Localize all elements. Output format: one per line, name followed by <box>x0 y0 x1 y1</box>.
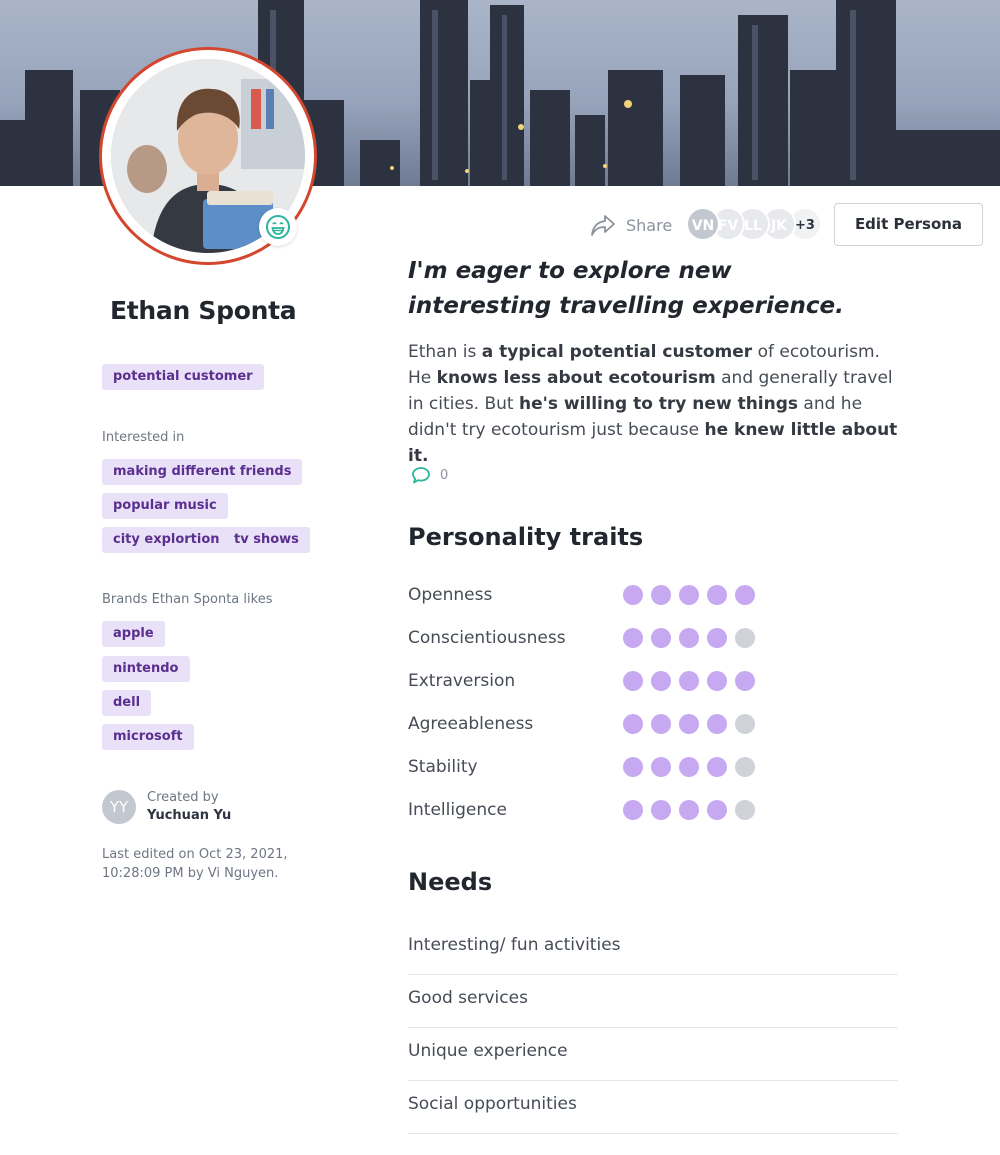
brand-tag[interactable]: microsoft <box>102 724 194 750</box>
trait-row: Conscientiousness <box>408 626 768 650</box>
trait-dot-filled <box>679 800 699 820</box>
brands-label: Brands Ethan Sponta likes <box>102 592 273 607</box>
need-text: Interesting/ fun activities <box>408 935 621 955</box>
comment-bubble-icon <box>412 467 430 484</box>
interests-label: Interested in <box>102 430 185 445</box>
trait-dot-filled <box>651 800 671 820</box>
need-item: Social opportunities <box>408 1081 898 1134</box>
trait-name: Extraversion <box>408 671 516 691</box>
need-text: Unique experience <box>408 1041 568 1061</box>
trait-dot-filled <box>651 757 671 777</box>
share-button[interactable]: Share <box>590 209 672 241</box>
trait-dot-filled <box>707 671 727 691</box>
trait-score-dots <box>623 800 763 820</box>
trait-dot-empty <box>735 757 755 777</box>
trait-score-dots <box>623 628 763 648</box>
trait-dot-filled <box>735 585 755 605</box>
trait-dot-filled <box>623 585 643 605</box>
interest-tag[interactable]: popular music <box>102 493 228 519</box>
edit-persona-button[interactable]: Edit Persona <box>834 203 983 246</box>
brand-tag[interactable]: nintendo <box>102 656 190 682</box>
trait-name: Conscientiousness <box>408 628 566 648</box>
trait-dot-filled <box>679 628 699 648</box>
trait-dot-filled <box>623 800 643 820</box>
creator-avatar: YY <box>102 790 136 824</box>
trait-row: Openness <box>408 583 768 607</box>
persona-type-tag[interactable]: potential customer <box>102 364 264 390</box>
trait-name: Intelligence <box>408 800 507 820</box>
trait-row: Extraversion <box>408 669 768 693</box>
trait-dot-filled <box>707 714 727 734</box>
trait-dot-filled <box>679 714 699 734</box>
persona-name: Ethan Sponta <box>110 296 297 325</box>
needs-heading: Needs <box>408 868 493 896</box>
brand-tag[interactable]: apple <box>102 621 165 647</box>
trait-dot-filled <box>735 671 755 691</box>
trait-dot-filled <box>623 757 643 777</box>
comment-count: 0 <box>440 468 449 483</box>
trait-dot-empty <box>735 714 755 734</box>
trait-score-dots <box>623 757 763 777</box>
trait-dot-filled <box>623 628 643 648</box>
trait-name: Stability <box>408 757 478 777</box>
last-edited-text: Last edited on Oct 23, 2021, 10:28:09 PM… <box>102 847 288 881</box>
trait-score-dots <box>623 585 763 605</box>
trait-dot-filled <box>651 628 671 648</box>
personality-heading: Personality traits <box>408 523 644 551</box>
trait-dot-filled <box>707 628 727 648</box>
trait-dot-filled <box>623 714 643 734</box>
trait-row: Intelligence <box>408 798 768 822</box>
trait-score-dots <box>623 714 763 734</box>
trait-dot-filled <box>651 671 671 691</box>
trait-dot-filled <box>651 714 671 734</box>
trait-dot-filled <box>707 585 727 605</box>
trait-dot-filled <box>679 585 699 605</box>
trait-dot-empty <box>735 628 755 648</box>
persona-quote: I'm eager to explore new interesting tra… <box>408 258 844 319</box>
interest-tag[interactable]: tv shows <box>223 527 310 553</box>
interest-tag[interactable]: city explortion <box>102 527 231 553</box>
created-by-label: Created by <box>147 790 219 805</box>
need-text: Good services <box>408 988 528 1008</box>
interest-tag[interactable]: making different friends <box>102 459 303 485</box>
grin-face-icon <box>259 208 297 246</box>
share-label: Share <box>626 215 673 235</box>
trait-dot-filled <box>707 800 727 820</box>
trait-dot-filled <box>679 757 699 777</box>
creator-name: Yuchuan Yu <box>147 808 232 823</box>
need-text: Social opportunities <box>408 1094 577 1114</box>
trait-dot-filled <box>707 757 727 777</box>
trait-dot-empty <box>735 800 755 820</box>
trait-dot-filled <box>651 585 671 605</box>
brand-tag[interactable]: dell <box>102 690 152 716</box>
trait-name: Openness <box>408 585 493 605</box>
trait-row: Stability <box>408 755 768 779</box>
trait-score-dots <box>623 671 763 691</box>
need-item: Good services <box>408 975 898 1028</box>
persona-description: Ethan is a typical potential customer of… <box>408 342 898 466</box>
trait-row: Agreeableness <box>408 712 768 736</box>
trait-dot-filled <box>623 671 643 691</box>
need-item: Unique experience <box>408 1028 898 1081</box>
need-item: Interesting/ fun activities <box>408 922 898 975</box>
collaborator-avatar[interactable]: VN <box>686 207 720 241</box>
trait-name: Agreeableness <box>408 714 534 734</box>
share-arrow-icon <box>591 215 615 236</box>
comments-button[interactable]: 0 <box>411 466 448 485</box>
trait-dot-filled <box>679 671 699 691</box>
